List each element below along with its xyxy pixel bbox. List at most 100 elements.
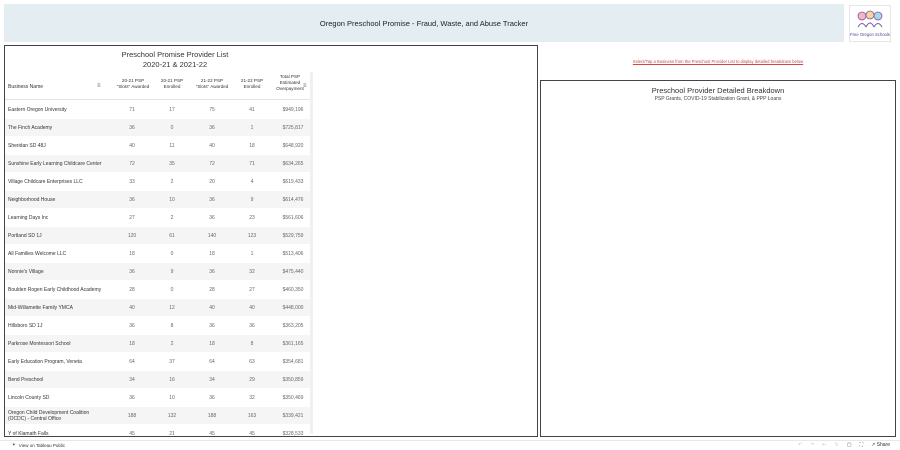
slots-20-21-cell: 18: [129, 251, 135, 257]
overpayment-cell: $339,421: [282, 413, 304, 419]
enrolled-21-22-cell: 18: [249, 143, 255, 149]
enrolled-21-22-cell: 63: [249, 359, 255, 365]
enrolled-21-22-cell: 32: [249, 395, 255, 401]
detail-title: Preschool Provider Detailed Breakdown: [651, 86, 785, 95]
table-row[interactable]: Y of Klamath Falls 45 21 45 45 $328,533: [5, 425, 310, 437]
slots-20-21-cell: 27: [129, 215, 135, 221]
enrolled-21-22-cell: 45: [249, 431, 255, 437]
overpayment-cell: $354,681: [282, 359, 304, 365]
slots-21-22-cell: 36: [209, 215, 215, 221]
overpayment-cell: $619,433: [282, 179, 304, 185]
slots-21-22-cell: 36: [209, 269, 215, 275]
enrolled-20-21-cell: 61: [169, 233, 175, 239]
business-name-cell: Sunshine Early Learning Childcare Center: [8, 161, 102, 167]
provider-list-panel: Preschool Promise Provider List 2020-21 …: [4, 45, 538, 437]
fullscreen-icon[interactable]: ⛶: [860, 442, 864, 448]
table-row[interactable]: Boulden Rogen Early Childhood Academy 28 0…: [5, 281, 310, 299]
table-row[interactable]: The Finch Academy 36 0 36 1 $725,817: [5, 119, 310, 137]
table-row[interactable]: Neighborhood House 36 10 36 9 $614,476: [5, 191, 310, 209]
slots-21-22-cell: 36: [209, 125, 215, 131]
scrollbar[interactable]: [310, 72, 313, 434]
revert-icon[interactable]: ⇤: [822, 442, 826, 448]
share-label: Share: [876, 442, 890, 448]
enrolled-21-22-cell: 8: [250, 341, 254, 347]
overpayment-cell: $350,469: [282, 395, 304, 401]
enrolled-21-22-cell: 1: [250, 125, 254, 131]
slots-20-21-cell: 64: [129, 359, 135, 365]
column-header-20-21-enrolled[interactable]: 20-21 PSP Enrolled: [153, 78, 191, 90]
detail-subtitle: PSP Grants, COVID-19 Stabilization Grant…: [654, 96, 782, 102]
business-name-cell: Sheridan SD 48J: [8, 143, 46, 149]
provider-list-title: Preschool Promise Provider List 2020-21 …: [5, 50, 345, 70]
instruction-link[interactable]: Select/Tap a Business from the Preschool…: [540, 59, 896, 64]
overpayment-cell: $448,000: [282, 305, 304, 311]
column-header-business-name[interactable]: Business Name: [8, 84, 43, 90]
slots-20-21-cell: 34: [129, 377, 135, 383]
sort-icon[interactable]: ≡: [97, 83, 101, 89]
logo-image: Free Oregon Schools: [850, 10, 890, 37]
enrolled-21-22-cell: 32: [249, 269, 255, 275]
slots-20-21-cell: 28: [129, 287, 135, 293]
redo-icon[interactable]: ↷: [810, 442, 814, 448]
business-name-cell: Boulden Rogen Early Childhood Academy: [8, 287, 102, 293]
table-row[interactable]: Eastern Oregon University 71 17 75 41 $949,19…: [5, 101, 310, 119]
business-name-cell: Y of Klamath Falls: [8, 431, 49, 437]
slots-21-22-cell: 45: [209, 431, 215, 437]
business-name-cell: Portland SD 1J: [8, 233, 42, 239]
footer-toolbar: ✶ View on Tableau Public ↶ ↷ ⇤ ↻ ▢ ⛶ ↗ S…: [0, 440, 900, 450]
slots-21-22-cell: 140: [207, 233, 217, 239]
overpayment-cell: $634,265: [282, 161, 304, 167]
slots-20-21-cell: 36: [129, 125, 135, 131]
overpayment-cell: $648,920: [282, 143, 304, 149]
enrolled-20-21-cell: 132: [167, 413, 177, 419]
refresh-icon[interactable]: ↻: [835, 442, 839, 448]
slots-21-22-cell: 36: [209, 323, 215, 329]
enrolled-20-21-cell: 10: [169, 395, 175, 401]
table-row[interactable]: Oregon Child Development Coalition (OCDC…: [5, 407, 310, 425]
overpayment-cell: $350,859: [282, 377, 304, 383]
table-row[interactable]: Hillsboro SD 1J 36 8 36 36 $363,205: [5, 317, 310, 335]
table-row[interactable]: Portland SD 1J 120 61 140 123 $529,759: [5, 227, 310, 245]
table-row[interactable]: Mid-Willamette Family YMCA 40 12 40 40 $448,0…: [5, 299, 310, 317]
slots-21-22-cell: 72: [209, 161, 215, 167]
table-row[interactable]: Lincoln County SD 36 10 36 32 $350,469: [5, 389, 310, 407]
slots-20-21-cell: 36: [129, 197, 135, 203]
table-row[interactable]: Nonnie's Village 36 9 36 32 $475,440: [5, 263, 310, 281]
enrolled-20-21-cell: 0: [170, 251, 174, 257]
view-on-tableau-link[interactable]: ✶ View on Tableau Public: [12, 442, 65, 448]
slots-21-22-cell: 34: [209, 377, 215, 383]
slots-21-22-cell: 18: [209, 341, 215, 347]
business-name-cell: The Finch Academy: [8, 125, 53, 131]
table-row[interactable]: Early Education Program, Veneta 64 37 64 63 $…: [5, 353, 310, 371]
device-preview-icon[interactable]: ▢: [847, 442, 852, 448]
enrolled-20-21-cell: 21: [169, 431, 175, 437]
enrolled-21-22-cell: 23: [249, 215, 255, 221]
undo-icon[interactable]: ↶: [798, 442, 802, 448]
table-row[interactable]: Sheridan SD 48J 40 11 40 18 $648,920: [5, 137, 310, 155]
table-row[interactable]: Parkrose Montessori School 18 2 18 8 $361,165: [5, 335, 310, 353]
column-header-20-21-slots[interactable]: 20-21 PSP "Slots" Awarded: [113, 78, 153, 90]
business-name-cell: Nonnie's Village: [8, 269, 44, 275]
dashboard-title: Oregon Preschool Promise - Fraud, Waste,…: [319, 18, 529, 28]
column-header-21-22-enrolled[interactable]: 21-22 PSP Enrolled: [233, 78, 271, 90]
sort-descending-icon[interactable]: ≡: [303, 83, 307, 89]
business-name-cell: Learning Days Inc: [8, 215, 49, 221]
provider-list-title-line2: 2020-21 & 2021-22: [142, 60, 208, 69]
table-row[interactable]: All Families Welcome LLC 18 0 18 1 $513,406: [5, 245, 310, 263]
enrolled-20-21-cell: 12: [169, 305, 175, 311]
enrolled-20-21-cell: 17: [169, 107, 175, 113]
table-row[interactable]: Sunshine Early Learning Childcare Center…: [5, 155, 310, 173]
table-row[interactable]: Learning Days Inc 27 2 36 23 $561,606: [5, 209, 310, 227]
slots-20-21-cell: 36: [129, 323, 135, 329]
table-row[interactable]: Village Childcare Enterprises LLC 33 2 20 4 $…: [5, 173, 310, 191]
business-name-cell: Oregon Child Development Coalition (OCDC…: [8, 410, 90, 422]
share-button[interactable]: ↗ Share: [871, 442, 890, 448]
column-header-21-22-slots[interactable]: 21-22 PSP "Slots" Awarded: [191, 78, 233, 90]
enrolled-20-21-cell: 0: [170, 125, 174, 131]
svg-text:Free Oregon Schools: Free Oregon Schools: [850, 32, 890, 37]
table-header: Business Name ≡ 20-21 PSP "Slots" Awarded…: [5, 72, 310, 100]
overpayment-cell: $614,476: [282, 197, 304, 203]
table-row[interactable]: Bend Preschool 34 16 34 29 $350,859: [5, 371, 310, 389]
slots-21-22-cell: 28: [209, 287, 215, 293]
provider-list-title-line1: Preschool Promise Provider List: [121, 50, 229, 59]
